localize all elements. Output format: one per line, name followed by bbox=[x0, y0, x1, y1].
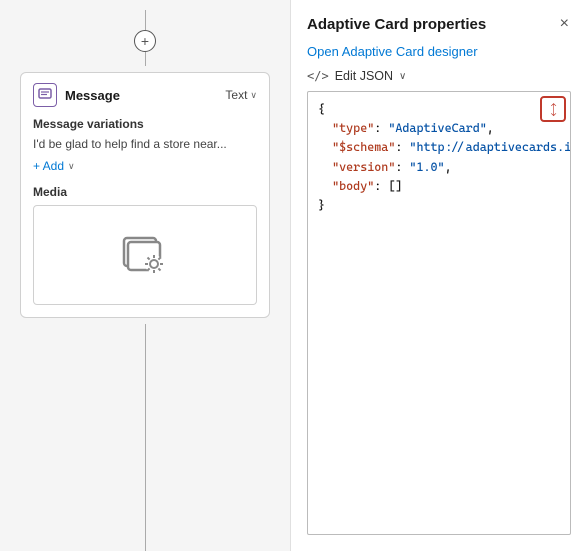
edit-json-label: Edit JSON bbox=[335, 69, 393, 83]
media-box bbox=[33, 205, 257, 305]
card-title: Message bbox=[65, 88, 120, 103]
message-icon bbox=[33, 83, 57, 107]
close-button[interactable]: × bbox=[558, 14, 571, 34]
expand-icon: ⤢ bbox=[545, 101, 562, 118]
message-card: Message Text ∨ Message variations I'd be… bbox=[20, 72, 270, 318]
connector-line-top bbox=[145, 10, 146, 30]
media-label: Media bbox=[33, 185, 257, 199]
connector-top: + bbox=[134, 10, 156, 66]
open-designer-link[interactable]: Open Adaptive Card designer bbox=[307, 44, 571, 59]
connector-bottom bbox=[145, 324, 146, 551]
json-editor-wrapper: ⤢ { "type": "AdaptiveCard", "$schema": "… bbox=[307, 91, 571, 535]
expand-button[interactable]: ⤢ bbox=[540, 96, 566, 122]
card-header: Message Text ∨ bbox=[33, 83, 257, 107]
edit-json-chevron[interactable]: ∨ bbox=[399, 71, 406, 82]
connector-line-bottom bbox=[145, 52, 146, 66]
add-button[interactable]: + bbox=[134, 30, 156, 52]
code-icon: </> bbox=[307, 69, 329, 83]
text-type-badge[interactable]: Text ∨ bbox=[225, 88, 257, 102]
add-variation-label: + Add bbox=[33, 159, 64, 173]
card-header-left: Message bbox=[33, 83, 120, 107]
media-icon-container bbox=[120, 230, 170, 280]
message-variations-label: Message variations bbox=[33, 117, 257, 131]
message-variation-text: I'd be glad to help find a store near... bbox=[33, 137, 257, 151]
json-display[interactable]: { "type": "AdaptiveCard", "$schema": "ht… bbox=[308, 92, 570, 534]
panel-title: Adaptive Card properties bbox=[307, 16, 486, 33]
text-badge-label: Text bbox=[225, 88, 247, 102]
panel-header: Adaptive Card properties × bbox=[307, 14, 571, 34]
right-panel: Adaptive Card properties × Open Adaptive… bbox=[290, 0, 587, 551]
left-panel: + Message Text ∨ Message variations I' bbox=[0, 0, 290, 551]
text-badge-chevron: ∨ bbox=[250, 90, 257, 101]
add-variation-button[interactable]: + Add ∨ bbox=[33, 159, 257, 173]
edit-json-row: </> Edit JSON ∨ bbox=[307, 69, 571, 83]
media-card-icon bbox=[120, 230, 168, 278]
add-chevron: ∨ bbox=[68, 161, 75, 172]
